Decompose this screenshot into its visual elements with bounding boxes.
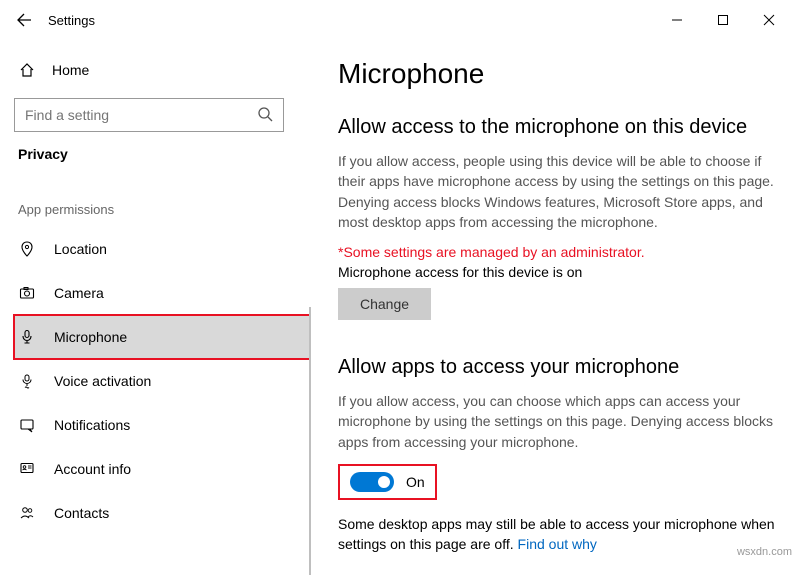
section1-heading: Allow access to the microphone on this d… bbox=[338, 116, 780, 139]
notifications-icon bbox=[18, 417, 36, 433]
change-button[interactable]: Change bbox=[338, 288, 431, 320]
arrow-left-icon bbox=[16, 12, 32, 28]
find-out-why-link[interactable]: Find out why bbox=[518, 536, 597, 552]
page-title: Microphone bbox=[338, 58, 780, 90]
sidebar-item-label: Account info bbox=[54, 461, 131, 477]
sidebar-item-camera[interactable]: Camera bbox=[14, 271, 310, 315]
titlebar: Settings bbox=[0, 0, 800, 40]
section2-heading: Allow apps to access your microphone bbox=[338, 356, 780, 379]
sidebar: Home Privacy App permissions Location Ca… bbox=[0, 40, 310, 562]
minimize-button[interactable] bbox=[654, 4, 700, 36]
apps-access-toggle-group: On bbox=[338, 464, 437, 500]
microphone-icon bbox=[18, 329, 36, 345]
sidebar-item-microphone[interactable]: Microphone bbox=[14, 315, 310, 359]
window-controls bbox=[654, 4, 792, 36]
watermark: wsxdn.com bbox=[737, 546, 792, 558]
camera-icon bbox=[18, 285, 36, 301]
toggle-state-label: On bbox=[406, 474, 425, 490]
sidebar-item-label: Location bbox=[54, 241, 107, 257]
home-nav[interactable]: Home bbox=[14, 52, 310, 88]
search-box[interactable] bbox=[14, 98, 284, 132]
admin-note: *Some settings are managed by an adminis… bbox=[338, 244, 780, 260]
sidebar-item-location[interactable]: Location bbox=[14, 227, 310, 271]
home-icon bbox=[18, 62, 36, 78]
section2-desc: If you allow access, you can choose whic… bbox=[338, 391, 778, 452]
maximize-button[interactable] bbox=[700, 4, 746, 36]
section1-desc: If you allow access, people using this d… bbox=[338, 151, 778, 232]
sidebar-item-contacts[interactable]: Contacts bbox=[14, 491, 310, 535]
sidebar-item-notifications[interactable]: Notifications bbox=[14, 403, 310, 447]
location-icon bbox=[18, 241, 36, 257]
sidebar-item-label: Voice activation bbox=[54, 373, 151, 389]
sidebar-item-label: Contacts bbox=[54, 505, 109, 521]
category-label: Privacy bbox=[14, 146, 310, 162]
sidebar-item-label: Microphone bbox=[54, 329, 127, 345]
back-button[interactable] bbox=[8, 4, 40, 36]
search-icon bbox=[257, 106, 275, 124]
close-button[interactable] bbox=[746, 4, 792, 36]
scrollbar[interactable] bbox=[309, 307, 311, 575]
window-title: Settings bbox=[48, 13, 95, 28]
sidebar-item-account-info[interactable]: Account info bbox=[14, 447, 310, 491]
sidebar-item-label: Notifications bbox=[54, 417, 130, 433]
desktop-apps-note: Some desktop apps may still be able to a… bbox=[338, 514, 778, 555]
contacts-icon bbox=[18, 505, 36, 521]
home-label: Home bbox=[52, 62, 89, 78]
sidebar-item-voice-activation[interactable]: Voice activation bbox=[14, 359, 310, 403]
group-label: App permissions bbox=[14, 202, 310, 217]
apps-access-toggle[interactable] bbox=[350, 472, 394, 492]
nav-list: Location Camera Microphone Voice activat… bbox=[14, 227, 310, 535]
search-input[interactable] bbox=[15, 99, 283, 131]
voice-activation-icon bbox=[18, 373, 36, 389]
device-access-status: Microphone access for this device is on bbox=[338, 264, 780, 280]
content-area: Microphone Allow access to the microphon… bbox=[310, 40, 800, 562]
sidebar-item-label: Camera bbox=[54, 285, 104, 301]
account-info-icon bbox=[18, 461, 36, 477]
